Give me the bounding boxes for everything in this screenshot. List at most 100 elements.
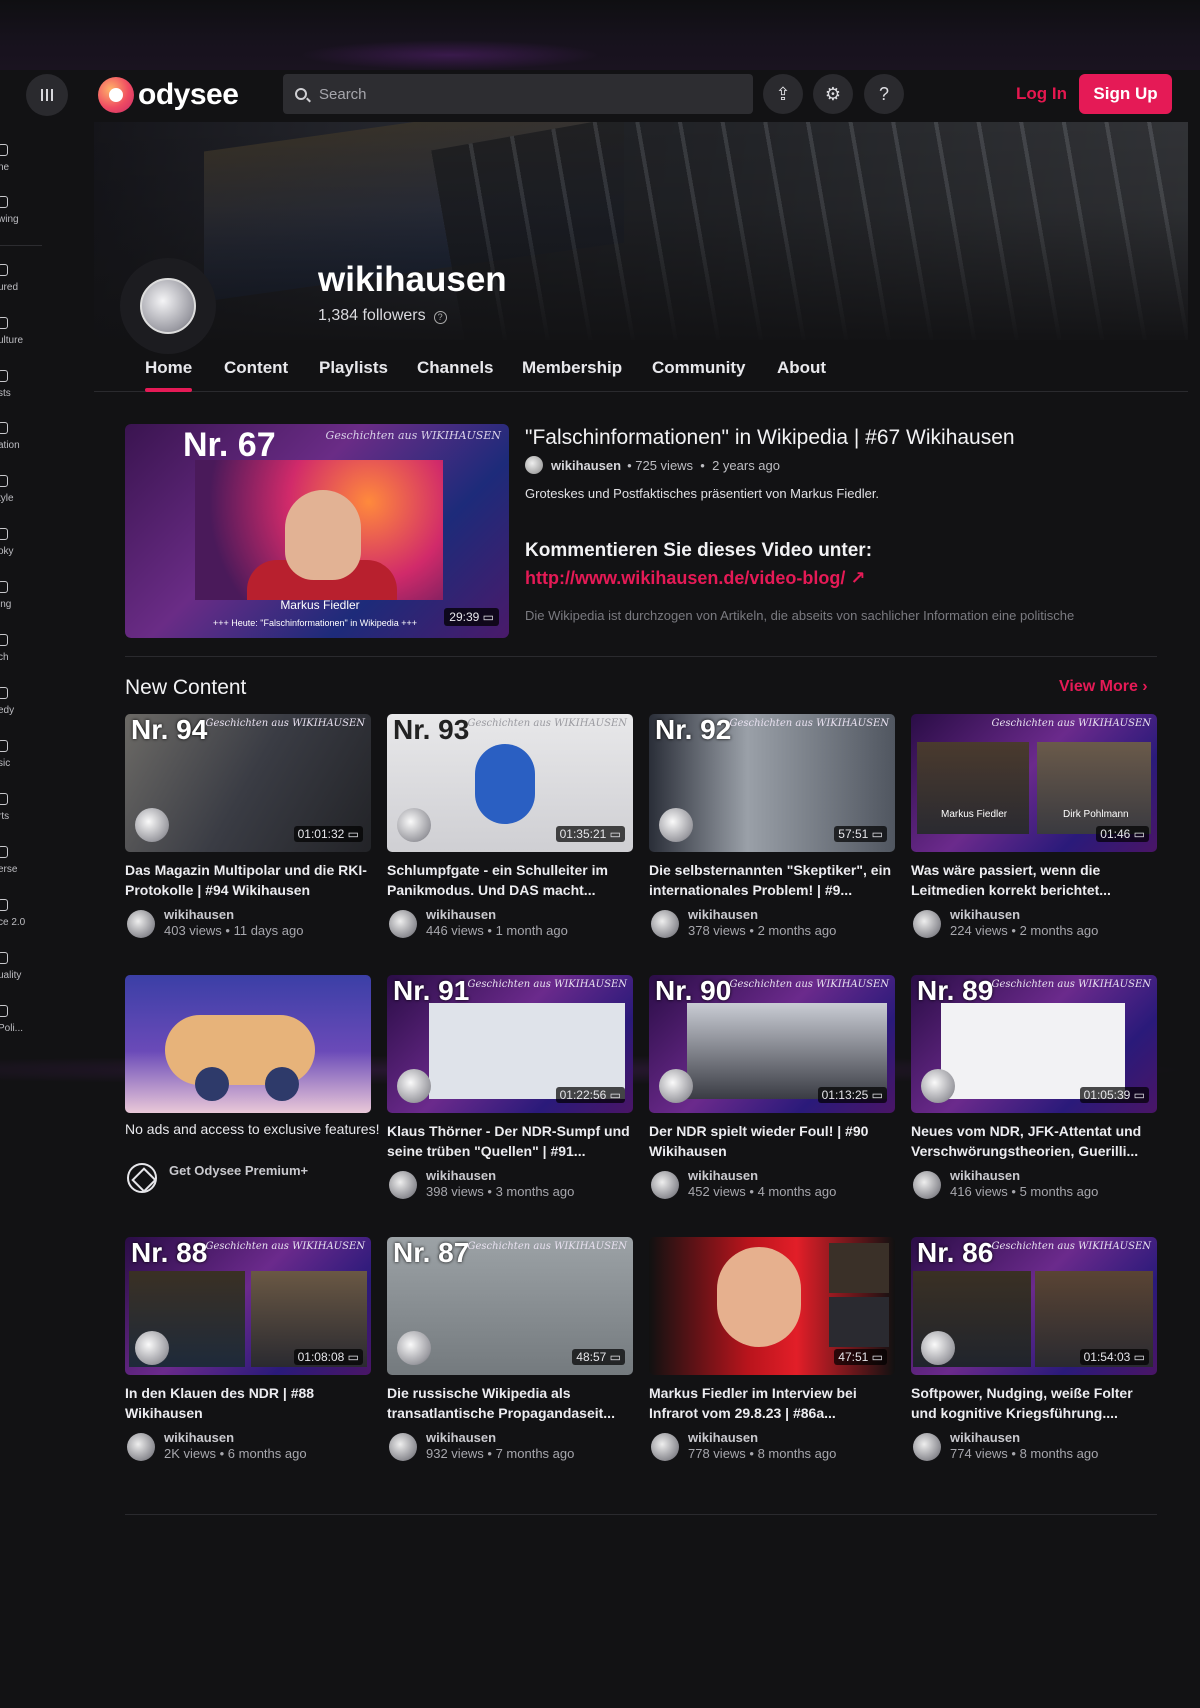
video-title[interactable]: Klaus Thörner - Der NDR-Sumpf und seine … <box>387 1121 633 1161</box>
sidebar-item-universe[interactable]: erse <box>0 842 44 886</box>
sidebar-item-finance[interactable]: ce 2.0 <box>0 895 44 939</box>
video-title[interactable]: Die selbsternannten "Skeptiker", ein int… <box>649 860 895 900</box>
author-avatar[interactable] <box>525 456 543 474</box>
featured-author[interactable]: wikihausen <box>551 458 621 473</box>
sidebar-item-tech[interactable]: ch <box>0 630 44 674</box>
sidebar-item-artists[interactable]: sts <box>0 366 44 410</box>
video-thumbnail[interactable]: Nr. 92 Geschichten aus WIKIHAUSEN 57:51 … <box>649 714 895 852</box>
video-title[interactable]: Neues vom NDR, JFK-Attentat und Verschwö… <box>911 1121 1157 1161</box>
tab-playlists[interactable]: Playlists <box>319 358 388 378</box>
video-card[interactable]: Nr. 86 Geschichten aus WIKIHAUSEN 01:54:… <box>911 1237 1157 1477</box>
video-card[interactable]: Nr. 90 Geschichten aus WIKIHAUSEN 01:13:… <box>649 975 895 1215</box>
author-avatar[interactable] <box>389 910 417 938</box>
sidebar-item-sports[interactable]: rts <box>0 789 44 833</box>
tab-community[interactable]: Community <box>652 358 746 378</box>
premium-promo-card[interactable]: No ads and access to exclusive features!… <box>125 975 379 1215</box>
sidebar-item-lifestyle[interactable]: tyle <box>0 471 44 515</box>
video-card[interactable]: Nr. 93 Geschichten aus WIKIHAUSEN 01:35:… <box>387 714 633 954</box>
video-title[interactable]: Die russische Wikipedia als transatlanti… <box>387 1383 633 1423</box>
video-thumbnail[interactable]: Nr. 86 Geschichten aus WIKIHAUSEN 01:54:… <box>911 1237 1157 1375</box>
video-card[interactable]: Nr. 91 Geschichten aus WIKIHAUSEN 01:22:… <box>387 975 633 1215</box>
video-thumbnail[interactable]: Nr. 88 Geschichten aus WIKIHAUSEN 01:08:… <box>125 1237 371 1375</box>
video-card[interactable]: Nr. 88 Geschichten aus WIKIHAUSEN 01:08:… <box>125 1237 371 1477</box>
sidebar-item-spooky[interactable]: oky <box>0 524 44 568</box>
video-thumbnail[interactable]: Nr. 89 Geschichten aus WIKIHAUSEN 01:05:… <box>911 975 1157 1113</box>
video-card[interactable]: Nr. 94 Geschichten aus WIKIHAUSEN 01:01:… <box>125 714 371 954</box>
view-more-link[interactable]: View More › <box>1059 678 1148 696</box>
premium-promo-image[interactable] <box>125 975 371 1113</box>
sidebar-item-comedy[interactable]: edy <box>0 683 44 727</box>
author-avatar[interactable] <box>127 1433 155 1461</box>
sidebar-item-culture[interactable]: ulture <box>0 313 44 357</box>
video-thumbnail[interactable]: Nr. 87 Geschichten aus WIKIHAUSEN 48:57 … <box>387 1237 633 1375</box>
author-avatar[interactable] <box>389 1433 417 1461</box>
menu-icon[interactable] <box>26 74 68 116</box>
author-avatar[interactable] <box>913 1171 941 1199</box>
sidebar-item-gaming[interactable]: ing <box>0 577 44 621</box>
sidebar-item-home[interactable]: ne <box>0 140 44 184</box>
author-avatar[interactable] <box>651 910 679 938</box>
odysee-logo[interactable]: odysee <box>98 76 239 114</box>
video-thumbnail[interactable]: Nr. 93 Geschichten aus WIKIHAUSEN 01:35:… <box>387 714 633 852</box>
video-thumbnail[interactable]: Nr. 94 Geschichten aus WIKIHAUSEN 01:01:… <box>125 714 371 852</box>
video-card[interactable]: Nr. 87 Geschichten aus WIKIHAUSEN 48:57 … <box>387 1237 633 1477</box>
tab-content[interactable]: Content <box>224 358 288 378</box>
sidebar-item-music[interactable]: sic <box>0 736 44 780</box>
video-title[interactable]: Schlumpfgate - ein Schulleiter im Panikm… <box>387 860 633 900</box>
sidebar-item-featured[interactable]: ured <box>0 260 44 304</box>
video-author[interactable]: wikihausen <box>688 1430 758 1445</box>
sidebar-item-education[interactable]: ation <box>0 418 44 462</box>
video-card[interactable]: Geschichten aus WIKIHAUSEN Markus Fiedle… <box>911 714 1157 954</box>
sidebar-item-politics[interactable]: Poli... <box>0 1001 44 1045</box>
search-bar[interactable] <box>283 74 753 114</box>
video-author[interactable]: wikihausen <box>426 907 496 922</box>
help-icon[interactable]: ? <box>433 311 447 324</box>
video-thumbnail[interactable]: Nr. 91 Geschichten aus WIKIHAUSEN 01:22:… <box>387 975 633 1113</box>
video-title[interactable]: Das Magazin Multipolar und die RKI-Proto… <box>125 860 371 900</box>
video-author[interactable]: wikihausen <box>688 907 758 922</box>
video-author[interactable]: wikihausen <box>426 1430 496 1445</box>
featured-link[interactable]: http://www.wikihausen.de/video-blog/ ↗ <box>525 568 865 589</box>
video-card[interactable]: 47:51 ▭ Markus Fiedler im Interview bei … <box>649 1237 895 1477</box>
video-title[interactable]: Was wäre passiert, wenn die Leitmedien k… <box>911 860 1157 900</box>
video-card[interactable]: Nr. 92 Geschichten aus WIKIHAUSEN 57:51 … <box>649 714 895 954</box>
tab-about[interactable]: About <box>777 358 826 378</box>
video-author[interactable]: wikihausen <box>164 1430 234 1445</box>
video-title[interactable]: In den Klauen des NDR | #88 Wikihausen <box>125 1383 371 1423</box>
author-avatar[interactable] <box>651 1171 679 1199</box>
video-author[interactable]: wikihausen <box>688 1168 758 1183</box>
upload-icon[interactable]: ⇪ <box>763 74 803 114</box>
video-author[interactable]: wikihausen <box>164 907 234 922</box>
tab-home[interactable]: Home <box>145 358 193 392</box>
author-avatar[interactable] <box>389 1171 417 1199</box>
video-thumbnail[interactable]: Nr. 90 Geschichten aus WIKIHAUSEN 01:13:… <box>649 975 895 1113</box>
video-author[interactable]: wikihausen <box>426 1168 496 1183</box>
video-author[interactable]: wikihausen <box>950 1168 1020 1183</box>
get-premium-link[interactable]: Get Odysee Premium+ <box>169 1163 308 1178</box>
politics-icon <box>0 1005 8 1017</box>
login-link[interactable]: Log In <box>1016 84 1067 104</box>
video-title[interactable]: Softpower, Nudging, weiße Folter und kog… <box>911 1383 1157 1423</box>
author-avatar[interactable] <box>651 1433 679 1461</box>
tab-channels[interactable]: Channels <box>417 358 494 378</box>
author-avatar[interactable] <box>127 910 155 938</box>
video-thumbnail[interactable]: 47:51 ▭ <box>649 1237 895 1375</box>
featured-thumbnail[interactable]: Nr. 67 Geschichten aus WIKIHAUSEN Markus… <box>125 424 509 638</box>
gear-icon[interactable]: ⚙ <box>813 74 853 114</box>
channel-avatar[interactable] <box>120 258 216 354</box>
video-thumbnail[interactable]: Geschichten aus WIKIHAUSEN Markus Fiedle… <box>911 714 1157 852</box>
search-input[interactable] <box>319 85 719 103</box>
author-avatar[interactable] <box>913 910 941 938</box>
video-card[interactable]: Nr. 89 Geschichten aus WIKIHAUSEN 01:05:… <box>911 975 1157 1215</box>
video-author[interactable]: wikihausen <box>950 907 1020 922</box>
signup-button[interactable]: Sign Up <box>1079 74 1172 114</box>
video-title[interactable]: Der NDR spielt wieder Foul! | #90 Wikiha… <box>649 1121 895 1161</box>
help-icon[interactable]: ? <box>864 74 904 114</box>
sidebar-item-spirituality[interactable]: uality <box>0 948 44 992</box>
tab-membership[interactable]: Membership <box>522 358 622 378</box>
featured-title[interactable]: "Falschinformationen" in Wikipedia | #67… <box>525 426 1015 450</box>
video-title[interactable]: Markus Fiedler im Interview bei Infrarot… <box>649 1383 895 1423</box>
video-author[interactable]: wikihausen <box>950 1430 1020 1445</box>
sidebar-item-following[interactable]: wing <box>0 192 44 236</box>
author-avatar[interactable] <box>913 1433 941 1461</box>
